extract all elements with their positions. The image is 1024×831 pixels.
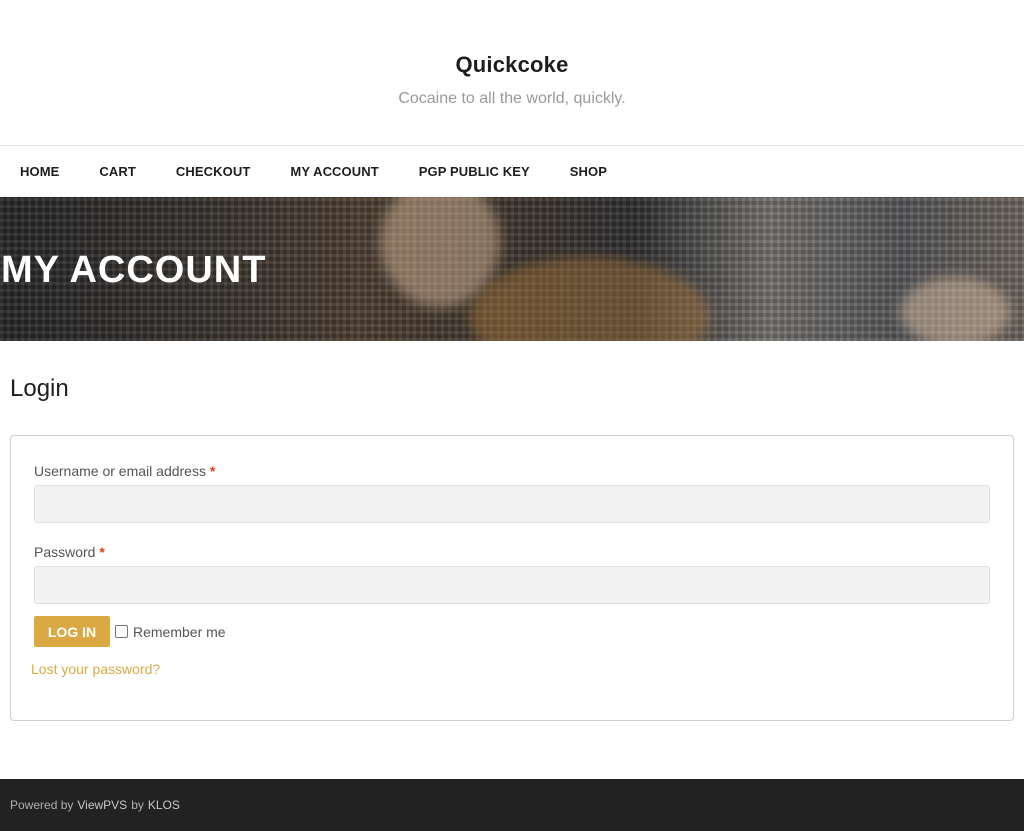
hero-background-shape (470, 257, 710, 341)
remember-me-checkbox[interactable] (115, 625, 128, 638)
lost-password-link[interactable]: Lost your password? (31, 661, 160, 677)
nav-item-pgp-public-key[interactable]: PGP PUBLIC KEY (419, 164, 530, 179)
remember-me-label: Remember me (133, 623, 226, 640)
footer-powered-by: Powered by (10, 798, 74, 812)
site-tagline: Cocaine to all the world, quickly. (398, 90, 626, 107)
nav-item-cart[interactable]: CART (99, 164, 136, 179)
footer-by: by (131, 798, 144, 812)
remember-me[interactable]: Remember me (115, 624, 226, 640)
login-heading: Login (10, 375, 69, 402)
footer-theme-link[interactable]: ViewPVS (77, 798, 127, 812)
page-title: MY ACCOUNT (1, 249, 267, 291)
footer-author-link[interactable]: KLOS (148, 798, 180, 812)
site-title[interactable]: Quickcoke (455, 52, 568, 78)
username-label: Username or email address * (34, 463, 990, 479)
password-input[interactable] (34, 566, 990, 604)
nav-item-my-account[interactable]: MY ACCOUNT (290, 164, 378, 179)
login-actions: LOG IN Remember me (34, 616, 990, 647)
password-label-text: Password (34, 544, 96, 560)
password-label: Password * (34, 544, 990, 560)
username-input[interactable] (34, 485, 990, 523)
login-form: Username or email address * Password * L… (10, 435, 1014, 721)
nav-item-checkout[interactable]: CHECKOUT (176, 164, 250, 179)
log-in-button[interactable]: LOG IN (34, 616, 110, 647)
site-footer: Powered by ViewPVS by KLOS (0, 779, 1024, 831)
main-navigation: HOME CART CHECKOUT MY ACCOUNT PGP PUBLIC… (0, 146, 1024, 197)
nav-item-home[interactable]: HOME (20, 164, 59, 179)
page-hero-banner: MY ACCOUNT (0, 197, 1024, 341)
hero-background-shape (900, 277, 1010, 341)
main-content: Login Username or email address * Passwo… (0, 375, 1024, 721)
site-header: Quickcoke Cocaine to all the world, quic… (0, 0, 1024, 146)
required-marker: * (99, 544, 105, 560)
nav-item-shop[interactable]: SHOP (570, 164, 607, 179)
required-marker: * (209, 463, 216, 479)
username-label-text: Username or email address (34, 463, 206, 479)
